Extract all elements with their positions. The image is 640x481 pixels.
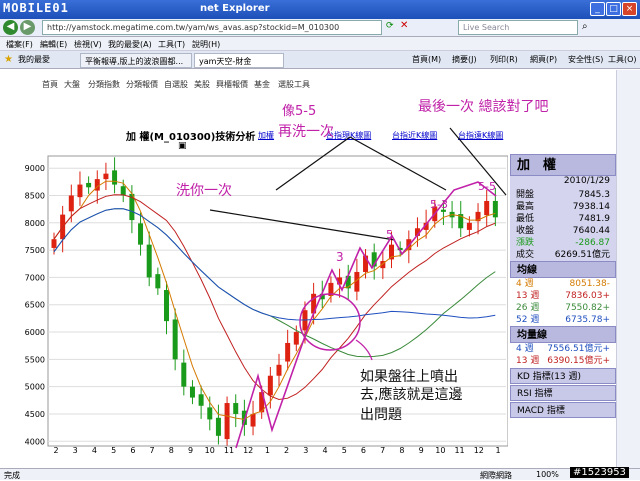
volume-ma-header: 均量線 [510,326,616,343]
ma-row: 4 週 8051.38- [510,278,616,290]
arrow-line [275,136,351,191]
status-bar: 完成 網際網路 100% #1523953 [0,467,640,480]
ma-label: 13 週 [516,291,540,301]
ma-header: 均線 [510,261,616,278]
volume-ma-row: 4 週 7556.51億元+ [510,343,616,355]
wave-label-3: 3 [336,250,344,264]
arrow-line [349,136,447,191]
wave-label-5-3: 5-3 [430,198,448,211]
zoom-level[interactable]: 100% [536,470,559,479]
rsi-indicator-button[interactable]: RSI 指標 [510,385,616,401]
annotation-note-3: 出問題 [360,407,402,423]
zone-text: 網際網路 [480,471,512,480]
wave-label-5: 5 [386,228,393,241]
post-id: #1523953 [570,467,629,478]
ma-row: 52 週 6735.78+ [510,314,616,326]
quote-label: 最高 [516,202,535,212]
quote-value: 7845.3 [578,190,611,200]
quote-label: 最低 [516,214,535,224]
quote-row: 漲跌 -286.87 [510,237,616,249]
ma-label: 52 週 [516,315,540,325]
annotation-note-2: 去,應該就是這邊 [360,387,463,403]
quote-value: 7938.14 [572,202,610,212]
volume-ma-value: 7556.51億元+ [547,344,610,354]
status-text: 完成 [4,471,20,480]
ma-value: 8051.38- [569,279,610,289]
quote-value: 6269.51億元 [554,250,610,260]
volume-ma-label: 13 週 [516,356,540,366]
quote-value: 7481.9 [578,214,611,224]
quote-label: 開盤 [516,190,535,200]
curve-arrow [355,339,373,361]
quote-row: 最低 7481.9 [510,213,616,225]
ma-row: 26 週 7550.82+ [510,302,616,314]
ma-value: 7836.03+ [565,291,610,301]
quote-date: 2010/1/29 [510,176,616,189]
volume-ma-value: 6390.15億元+ [547,356,610,366]
ma-value: 7550.82+ [565,303,610,313]
quote-value: -286.87 [575,238,610,248]
quote-value: 7640.44 [572,226,610,236]
ma-value: 6735.78+ [565,315,610,325]
quote-row: 開盤 7845.3 [510,189,616,201]
highlight-circle [299,293,361,351]
quote-panel: 加 權 2010/1/29 開盤 7845.3 最高 7938.14 最低 7481.9 收… [510,154,616,468]
quote-label: 漲跌 [516,238,535,248]
wave-label-5-5: 5-5 [478,180,496,193]
quote-label: 成交 [516,250,535,260]
quote-row: 最高 7938.14 [510,201,616,213]
arrow-line [209,209,396,241]
quote-row: 成交 6269.51億元 [510,249,616,261]
annotation-note-1: 如果盤往上噴出 [360,369,458,385]
annotation-wash-again: 再洗一次 [278,124,334,140]
quote-row: 收盤 7640.44 [510,225,616,237]
annotation-wash-you: 洗你一次 [176,183,232,199]
annotation-5-5: 像5-5 [282,104,317,119]
volume-ma-label: 4 週 [516,344,534,354]
macd-indicator-button[interactable]: MACD 指標 [510,402,616,418]
index-name: 加 權 [510,154,616,176]
ma-label: 4 週 [516,279,534,289]
ma-label: 26 週 [516,303,540,313]
volume-ma-row: 13 週 6390.15億元+ [510,355,616,367]
quote-label: 收盤 [516,226,535,236]
annotation-last-time: 最後一次 總該對了吧 [418,99,549,115]
ma-row: 13 週 7836.03+ [510,290,616,302]
kd-indicator-button[interactable]: KD 指標(13 週) [510,368,616,384]
